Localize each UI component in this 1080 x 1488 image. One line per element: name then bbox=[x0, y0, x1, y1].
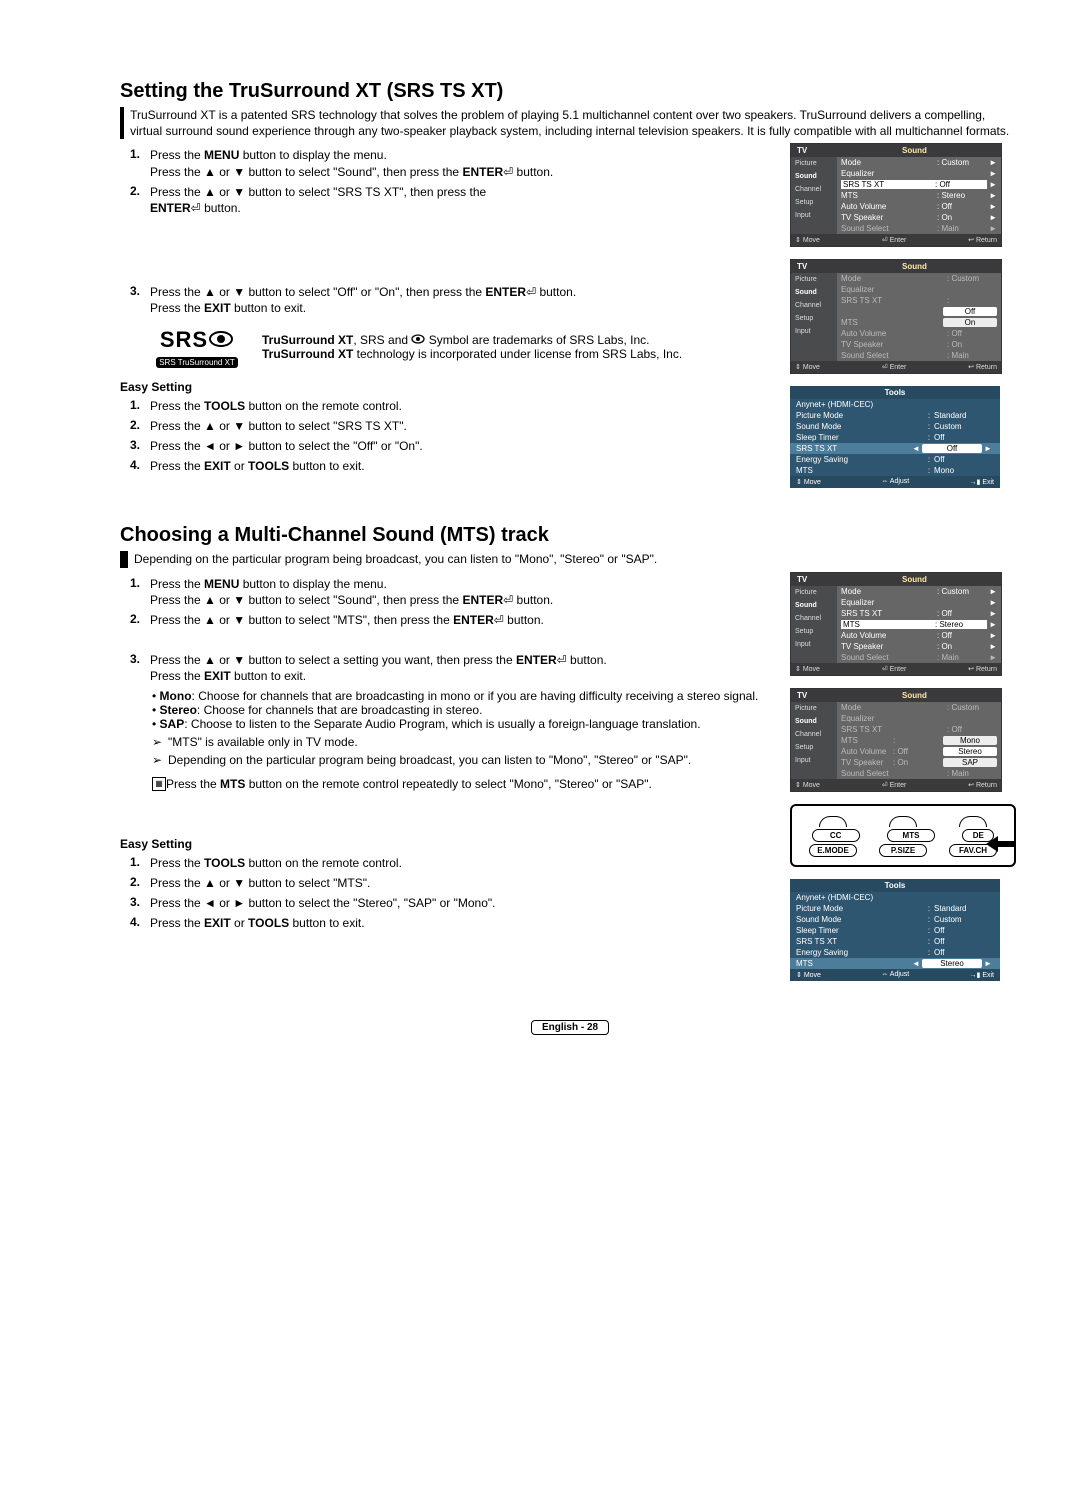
license-text: TruSurround XT technology is incorporate… bbox=[262, 347, 682, 361]
enter-icon: ⏎ bbox=[503, 593, 513, 607]
easy-setting-heading: Easy Setting bbox=[120, 380, 770, 394]
remote-icon: ▦ bbox=[152, 777, 166, 791]
osd-tools-menu: Tools Anynet+ (HDMI-CEC) Picture Mode:St… bbox=[790, 386, 1000, 488]
enter-icon: ⏎ bbox=[526, 285, 536, 299]
bullet-sap: • SAP: Choose to listen to the Separate … bbox=[152, 717, 770, 731]
step-text: Press the ◄ or ► button to select the "O… bbox=[150, 438, 770, 454]
osd-tools-menu: Tools Anynet+ (HDMI-CEC) Picture Mode:St… bbox=[790, 879, 1000, 981]
step-text: Press the ▲ or ▼ button to select a sett… bbox=[150, 652, 770, 684]
easy-setting-heading: Easy Setting bbox=[120, 837, 770, 851]
osd-sound-menu: TVSound PictureSound ChannelSetupInput M… bbox=[790, 143, 1002, 247]
note-text: "MTS" is available only in TV mode. bbox=[168, 735, 770, 749]
section2-intro: Depending on the particular program bein… bbox=[134, 551, 657, 567]
step-number: 3. bbox=[130, 652, 150, 684]
note-icon: ➢ bbox=[152, 735, 168, 749]
remote-cc-button: CC bbox=[812, 829, 860, 842]
step-text: Press the EXIT or TOOLS button to exit. bbox=[150, 915, 770, 931]
step-text: Press the ◄ or ► button to select the "S… bbox=[150, 895, 770, 911]
step-text: Press the TOOLS button on the remote con… bbox=[150, 398, 770, 414]
enter-icon: ⏎ bbox=[494, 613, 504, 627]
step-number: 3. bbox=[130, 438, 150, 454]
step-text: Press the ▲ or ▼ button to select "SRS T… bbox=[150, 184, 770, 216]
accent-bar bbox=[120, 551, 128, 567]
srs-logo: SRS SRS TruSurround XT bbox=[142, 327, 252, 368]
step-text: Press the ▲ or ▼ button to select "Off" … bbox=[150, 284, 770, 316]
section1-intro: TruSurround XT is a patented SRS technol… bbox=[130, 107, 1020, 139]
osd-srs-submenu: TVSound PictureSound ChannelSetupInput M… bbox=[790, 259, 1002, 374]
pointer-arrow-icon bbox=[986, 836, 1016, 855]
step-number: 2. bbox=[130, 184, 150, 216]
remote-note: Press the MTS button on the remote contr… bbox=[166, 777, 770, 791]
step-text: Press the TOOLS button on the remote con… bbox=[150, 855, 770, 871]
page-number: English - 28 bbox=[531, 1020, 609, 1035]
bullet-mono: • Mono: Choose for channels that are bro… bbox=[152, 689, 770, 703]
step-number: 1. bbox=[130, 855, 150, 871]
step-number: 3. bbox=[130, 284, 150, 316]
section1-title: Setting the TruSurround XT (SRS TS XT) bbox=[120, 80, 1020, 103]
step-number: 1. bbox=[130, 398, 150, 414]
step-number: 1. bbox=[130, 147, 150, 179]
note-icon: ➢ bbox=[152, 753, 168, 767]
remote-illustration: CC MTS DE E.MODE P.SIZE FAV.CH bbox=[790, 804, 1016, 867]
accent-bar bbox=[120, 107, 124, 139]
step-number: 2. bbox=[130, 875, 150, 891]
step-number: 2. bbox=[130, 612, 150, 628]
remote-mts-button: MTS bbox=[887, 829, 935, 842]
osd-mts-submenu: TVSound PictureSound ChannelSetupInput M… bbox=[790, 688, 1002, 792]
step-text: Press the MENU button to display the men… bbox=[150, 147, 770, 179]
enter-icon: ⏎ bbox=[503, 165, 513, 179]
srs-symbol-icon bbox=[411, 333, 425, 347]
section2-title: Choosing a Multi-Channel Sound (MTS) tra… bbox=[120, 524, 1020, 547]
step-number: 3. bbox=[130, 895, 150, 911]
step-number: 2. bbox=[130, 418, 150, 434]
remote-psize-button: P.SIZE bbox=[879, 844, 927, 857]
step-text: Press the MENU button to display the men… bbox=[150, 576, 770, 608]
step-text: Press the EXIT or TOOLS button to exit. bbox=[150, 458, 770, 474]
osd-sound-menu: TVSound PictureSound ChannelSetupInput M… bbox=[790, 572, 1002, 676]
enter-icon: ⏎ bbox=[191, 201, 201, 215]
step-number: 4. bbox=[130, 458, 150, 474]
note-text: Depending on the particular program bein… bbox=[168, 753, 770, 767]
step-number: 1. bbox=[130, 576, 150, 608]
bullet-stereo: • Stereo: Choose for channels that are b… bbox=[152, 703, 770, 717]
step-text: Press the ▲ or ▼ button to select "MTS",… bbox=[150, 612, 770, 628]
trademark-text: TruSurround XT, SRS and Symbol are trade… bbox=[262, 333, 682, 347]
step-text: Press the ▲ or ▼ button to select "SRS T… bbox=[150, 418, 770, 434]
remote-emode-button: E.MODE bbox=[809, 844, 857, 857]
step-number: 4. bbox=[130, 915, 150, 931]
enter-icon: ⏎ bbox=[557, 653, 567, 667]
step-text: Press the ▲ or ▼ button to select "MTS". bbox=[150, 875, 770, 891]
